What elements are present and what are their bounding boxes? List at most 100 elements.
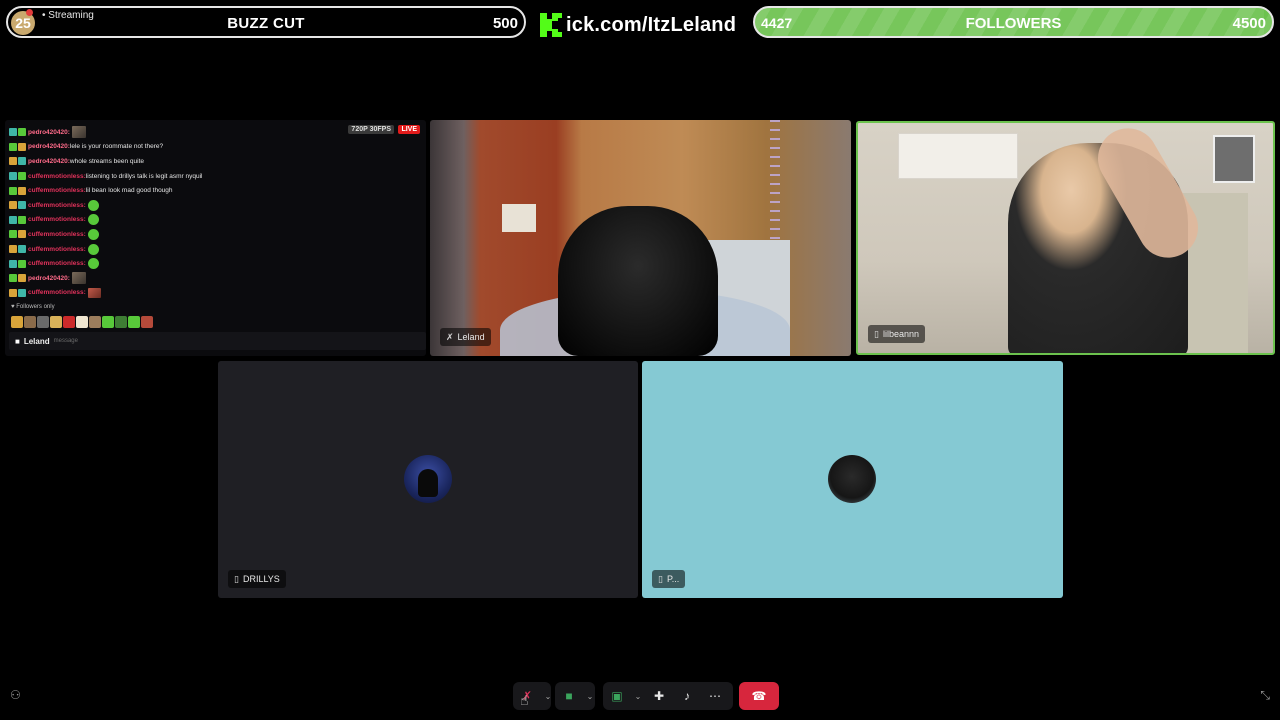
live-badge: LIVE <box>398 125 420 134</box>
badge-icon <box>18 259 26 268</box>
leave-call-button[interactable]: ☎ <box>739 682 779 710</box>
emote-icon[interactable] <box>102 316 114 328</box>
background-door-window <box>502 204 536 232</box>
chat-emote-icon <box>87 243 99 255</box>
emote-icon[interactable] <box>50 316 62 328</box>
chat-username[interactable]: cuffemmotionless: <box>28 231 86 238</box>
chat-emote-icon <box>87 258 99 270</box>
background-shelf <box>898 133 1018 179</box>
collapse-icon[interactable]: ⤡ <box>1260 688 1270 703</box>
badge-icon <box>18 186 26 195</box>
chat-emote-icon <box>87 214 99 226</box>
participant-nameplate: ✗ Leland <box>440 328 491 346</box>
chat-username[interactable]: cuffemmotionless: <box>28 173 86 180</box>
emote-icon[interactable] <box>115 316 127 328</box>
chat-username[interactable]: cuffemmotionless: <box>28 216 86 223</box>
background-picture-frame <box>1213 135 1255 183</box>
badge-icon <box>9 245 17 254</box>
chat-emote-icon <box>71 272 86 285</box>
chat-message: pedro420420: whole streams been quite <box>9 154 339 169</box>
participant-name: lilbeannn <box>882 329 919 339</box>
emote-icon[interactable] <box>63 316 75 328</box>
badge-icon <box>9 230 17 239</box>
emote-bar[interactable] <box>11 316 153 328</box>
participant-tile-drillys[interactable]: ▯ DRILLYS <box>218 361 638 598</box>
badge-icon <box>9 186 17 195</box>
user-badges <box>9 186 26 195</box>
leave-call-icon: ☎ <box>751 689 767 703</box>
mic-muted-icon: ✗ <box>446 331 454 342</box>
chat-username[interactable]: cuffemmotionless: <box>28 187 86 194</box>
screenshare-icon[interactable]: ▣ <box>603 682 631 710</box>
chat-username[interactable]: pedro420420: <box>28 275 70 282</box>
followers-only-label: ♥ Followers only <box>11 304 55 310</box>
emote-icon[interactable] <box>128 316 140 328</box>
participant-nameplate: ▯ lilbeannn <box>868 325 925 343</box>
user-badges <box>9 288 26 297</box>
chat-username[interactable]: pedro420420: <box>28 129 70 136</box>
chat-username[interactable]: pedro420420: <box>28 158 70 165</box>
stream-chat-tile[interactable]: 720P 30FPS LIVE pedro420420: pedro420420:… <box>5 120 426 356</box>
badge-icon <box>9 157 17 166</box>
user-badges <box>9 128 26 137</box>
phone-icon: ▯ <box>658 573 663 584</box>
chat-bubble-icon: ■ <box>15 336 20 346</box>
user-badges <box>9 259 26 268</box>
activities-icon[interactable]: ✚ <box>645 682 673 710</box>
chat-username[interactable]: pedro420420: <box>28 143 70 150</box>
chat-username[interactable]: cuffemmotionless: <box>28 289 86 296</box>
more-icon[interactable]: ⋯ <box>701 682 729 710</box>
camera-icon[interactable]: ■ <box>555 682 583 710</box>
badge-icon <box>9 259 17 268</box>
chat-message: cuffemmotionless: <box>9 213 339 228</box>
participant-tile-lilbeannn[interactable]: ▯ lilbeannn <box>856 121 1275 355</box>
badge-icon <box>18 288 26 297</box>
soundboard-icon[interactable]: ♪ <box>673 682 701 710</box>
badge-icon <box>9 201 17 210</box>
chat-message: cuffemmotionless: lil bean look mad good … <box>9 183 339 198</box>
chat-message: pedro420420: <box>9 271 339 286</box>
subgoal-target: 500 <box>492 15 518 32</box>
chat-input[interactable]: ■ Leland message <box>9 332 426 350</box>
chat-emote-icon <box>87 199 99 211</box>
mouse-cursor-icon: ☝ <box>520 692 529 708</box>
chat-message: cuffemmotionless: <box>9 242 339 257</box>
emote-icon[interactable] <box>141 316 153 328</box>
activity-control-group: ▣ ⌄ ✚ ♪ ⋯ <box>603 682 733 710</box>
chevron-down-icon[interactable]: ⌄ <box>631 682 645 710</box>
chevron-down-icon[interactable]: ⌄ <box>583 682 597 710</box>
emote-icon[interactable] <box>24 316 36 328</box>
emote-icon[interactable] <box>76 316 88 328</box>
activity-status-icon[interactable]: ⚇ <box>10 688 21 702</box>
chat-username[interactable]: cuffemmotionless: <box>28 202 86 209</box>
emote-icon[interactable] <box>11 316 23 328</box>
chat-username[interactable]: cuffemmotionless: <box>28 246 86 253</box>
emote-icon[interactable] <box>37 316 49 328</box>
participant-tile-p[interactable]: ▯ P... <box>642 361 1063 598</box>
background-string-lights <box>770 120 780 240</box>
badge-icon <box>9 288 17 297</box>
participant-tile-leland[interactable]: ✗ Leland <box>430 120 851 356</box>
badge-icon <box>18 274 26 283</box>
badge-icon <box>9 172 17 181</box>
badge-icon <box>18 128 26 137</box>
user-badges <box>9 201 26 210</box>
badge-icon <box>18 245 26 254</box>
user-badges <box>9 274 26 283</box>
chat-message: cuffemmotionless: <box>9 198 339 213</box>
badge-icon <box>18 215 26 224</box>
phone-icon: ▯ <box>234 573 239 584</box>
followers-only-text: Followers only <box>16 304 55 310</box>
kick-url: ick.com/ItzLeland <box>566 13 737 36</box>
emote-icon[interactable] <box>89 316 101 328</box>
badge-icon <box>9 142 17 151</box>
badge-icon <box>18 201 26 210</box>
camera-control-group: ■ ⌄ <box>555 682 595 710</box>
chevron-down-icon[interactable]: ⌄ <box>541 682 555 710</box>
mic-control-group: ✗ ⌄ <box>513 682 551 710</box>
chat-username[interactable]: cuffemmotionless: <box>28 260 86 267</box>
chat-message: pedro420420: <box>9 125 339 140</box>
chat-emote-icon <box>87 228 99 240</box>
badge-icon <box>9 274 17 283</box>
badge-icon <box>9 215 17 224</box>
